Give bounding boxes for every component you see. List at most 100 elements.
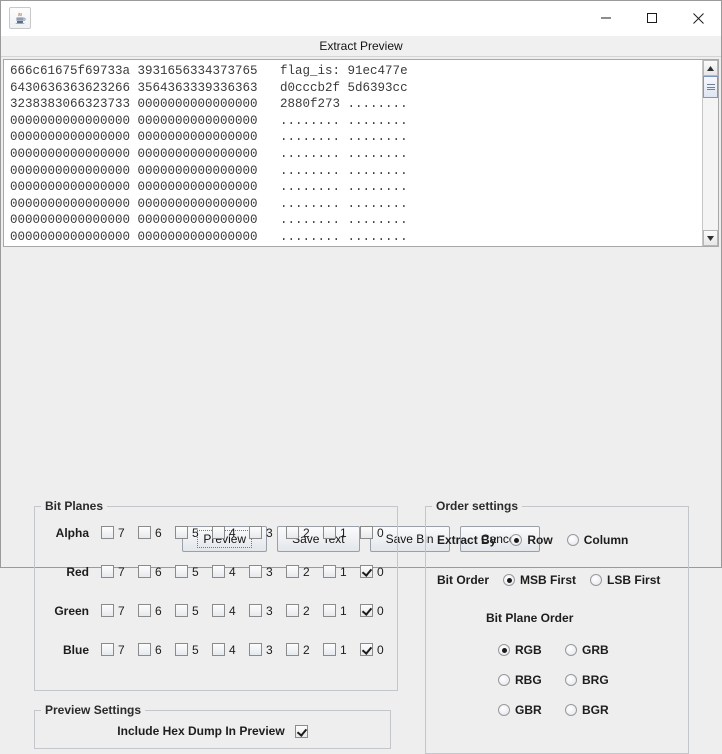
bit-checkbox-red-5[interactable]	[175, 565, 188, 578]
bit-checkbox-blue-3[interactable]	[249, 643, 262, 656]
bit-checkbox-blue-1[interactable]	[323, 643, 336, 656]
bit-plane-cell: 5	[175, 565, 212, 579]
bit-index-label: 4	[229, 564, 236, 579]
bit-index-label: 2	[303, 564, 310, 579]
bit-checkbox-red-0[interactable]	[360, 565, 373, 578]
bit-checkbox-alpha-0[interactable]	[360, 526, 373, 539]
hex-dump-line: 0000000000000000 0000000000000000 ......…	[10, 180, 408, 195]
extract-by-row: Extract By Row Column	[426, 523, 688, 557]
minimize-icon[interactable]	[583, 1, 629, 35]
maximize-icon[interactable]	[629, 1, 675, 35]
radio-indicator[interactable]	[590, 574, 603, 586]
bit-checkbox-alpha-6[interactable]	[138, 526, 151, 539]
bit-plane-order-option-grb[interactable]: GRB	[565, 643, 632, 657]
hex-dump-line: 0000000000000000 0000000000000000 ......…	[10, 146, 408, 161]
bit-plane-order-option-brg[interactable]: BRG	[565, 673, 632, 687]
bit-index-label: 2	[303, 525, 310, 540]
bit-plane-cell: 1	[323, 604, 360, 618]
extract-preview-window: Extract Preview 666c61675f69733a 3931656…	[0, 0, 722, 754]
bit-checkbox-alpha-1[interactable]	[323, 526, 336, 539]
bit-checkbox-green-0[interactable]	[360, 604, 373, 617]
bit-plane-row-red: Red 7 6 5 4 3 2 1 0	[35, 552, 397, 591]
bit-order-row: Bit Order MSB First LSB First	[426, 563, 688, 597]
close-icon[interactable]	[675, 1, 721, 35]
radio-indicator[interactable]	[565, 674, 577, 686]
bit-checkbox-alpha-4[interactable]	[212, 526, 225, 539]
bit-plane-row-alpha: Alpha 7 6 5 4 3 2 1 0	[35, 513, 397, 552]
bit-index-label: 3	[266, 603, 273, 618]
bit-checkbox-blue-0[interactable]	[360, 643, 373, 656]
radio-label: RBG	[515, 673, 542, 687]
bit-plane-order-option-rgb[interactable]: RGB	[498, 643, 565, 657]
bit-index-label: 5	[192, 564, 199, 579]
radio-indicator[interactable]	[498, 704, 510, 716]
scrollbar-track[interactable]	[703, 76, 718, 230]
extract-by-option-row[interactable]: Row	[510, 533, 553, 547]
bit-checkbox-alpha-2[interactable]	[286, 526, 299, 539]
scroll-up-arrow-icon[interactable]	[703, 60, 718, 76]
extract-by-option-column[interactable]: Column	[566, 533, 628, 547]
radio-label: MSB First	[520, 573, 577, 587]
bit-plane-cell: 1	[323, 565, 360, 579]
bit-index-label: 2	[303, 642, 310, 657]
bit-plane-cell: 3	[249, 643, 286, 657]
bit-order-option-lsb-first[interactable]: LSB First	[590, 573, 660, 587]
bit-checkbox-red-4[interactable]	[212, 565, 225, 578]
bit-plane-order-option-gbr[interactable]: GBR	[498, 703, 565, 717]
bit-index-label: 5	[192, 525, 199, 540]
bit-checkbox-green-4[interactable]	[212, 604, 225, 617]
bit-checkbox-alpha-7[interactable]	[101, 526, 114, 539]
bit-checkbox-blue-4[interactable]	[212, 643, 225, 656]
bit-plane-order-label: Bit Plane Order	[486, 611, 574, 625]
bit-index-label: 6	[155, 603, 162, 618]
radio-indicator[interactable]	[565, 644, 577, 656]
bit-plane-cell: 0	[360, 526, 397, 540]
bit-index-label: 1	[340, 564, 347, 579]
radio-indicator[interactable]	[565, 704, 577, 716]
bit-index-label: 6	[155, 525, 162, 540]
bit-checkbox-green-1[interactable]	[323, 604, 336, 617]
bit-order-option-msb-first[interactable]: MSB First	[503, 573, 576, 587]
bit-checkbox-red-3[interactable]	[249, 565, 262, 578]
bit-checkbox-green-7[interactable]	[101, 604, 114, 617]
bit-checkbox-blue-6[interactable]	[138, 643, 151, 656]
bit-plane-order-option-rbg[interactable]: RBG	[498, 673, 565, 687]
bit-checkbox-blue-5[interactable]	[175, 643, 188, 656]
bit-index-label: 0	[377, 642, 384, 657]
bit-checkbox-green-5[interactable]	[175, 604, 188, 617]
bit-plane-cell: 2	[286, 604, 323, 618]
bit-index-label: 7	[118, 603, 125, 618]
bit-index-label: 5	[192, 642, 199, 657]
bit-checkbox-blue-7[interactable]	[101, 643, 114, 656]
radio-indicator[interactable]	[510, 534, 523, 546]
scrollbar-thumb[interactable]	[703, 76, 718, 98]
bit-checkbox-red-7[interactable]	[101, 565, 114, 578]
settings-region: Bit Planes Alpha 7 6 5 4 3 2 1 0 Red 7 6 5 4 3 2 1 0 Green…	[1, 247, 721, 754]
hex-dump-text[interactable]: 666c61675f69733a 3931656334373765 flag_i…	[4, 60, 702, 246]
radio-label: Row	[527, 533, 553, 547]
bit-checkbox-red-1[interactable]	[323, 565, 336, 578]
bit-plane-cell: 5	[175, 604, 212, 618]
bit-plane-cell: 1	[323, 643, 360, 657]
include-hex-dump-checkbox[interactable]	[294, 724, 308, 738]
hex-dump-line: 0000000000000000 0000000000000000 ......…	[10, 196, 408, 211]
bit-checkbox-blue-2[interactable]	[286, 643, 299, 656]
bit-checkbox-green-2[interactable]	[286, 604, 299, 617]
extract-by-options: Row Column	[510, 533, 628, 547]
order-settings-panel: Order settings Extract By Row Column Bit …	[425, 499, 689, 754]
bit-checkbox-alpha-3[interactable]	[249, 526, 262, 539]
bit-checkbox-red-6[interactable]	[138, 565, 151, 578]
bit-plane-cell: 0	[360, 604, 397, 618]
bit-checkbox-green-3[interactable]	[249, 604, 262, 617]
bit-checkbox-red-2[interactable]	[286, 565, 299, 578]
preview-vertical-scrollbar[interactable]	[702, 60, 718, 246]
bit-index-label: 1	[340, 642, 347, 657]
bit-checkbox-alpha-5[interactable]	[175, 526, 188, 539]
bit-checkbox-green-6[interactable]	[138, 604, 151, 617]
bit-plane-order-option-bgr[interactable]: BGR	[565, 703, 632, 717]
scroll-down-arrow-icon[interactable]	[703, 230, 718, 246]
radio-indicator[interactable]	[503, 574, 516, 586]
radio-indicator[interactable]	[498, 644, 510, 656]
radio-indicator[interactable]	[498, 674, 510, 686]
radio-indicator[interactable]	[566, 534, 579, 546]
